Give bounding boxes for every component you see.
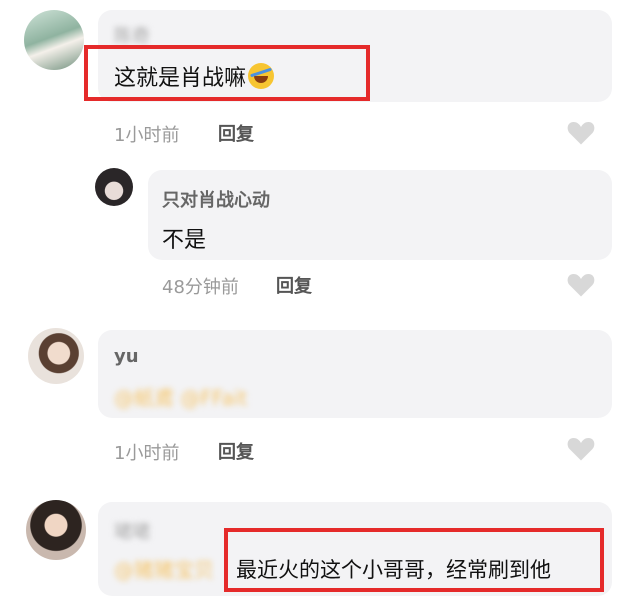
reply-username[interactable]: 只对肖战心动 bbox=[162, 186, 270, 212]
like-heart-icon[interactable] bbox=[566, 270, 596, 298]
comment-username[interactable]: 珺珺 bbox=[114, 518, 150, 544]
reply-button[interactable]: 回复 bbox=[218, 120, 254, 146]
reply-text: 不是 bbox=[162, 228, 207, 253]
highlight-box bbox=[84, 45, 370, 101]
avatar[interactable] bbox=[24, 10, 84, 70]
highlight-box bbox=[224, 528, 604, 592]
comment-username[interactable]: yu bbox=[114, 346, 139, 367]
avatar[interactable] bbox=[95, 168, 133, 206]
mention-text[interactable]: @猪猪宝贝 bbox=[114, 554, 214, 583]
comment-timestamp: 1小时前 bbox=[114, 443, 180, 464]
mention-text[interactable]: @紙鳶 @FFait bbox=[114, 382, 247, 411]
reply-button[interactable]: 回复 bbox=[276, 272, 312, 298]
reply-timestamp: 48分钟前 bbox=[162, 277, 239, 298]
reply-button[interactable]: 回复 bbox=[218, 438, 254, 464]
reply-bubble bbox=[148, 170, 612, 260]
avatar[interactable] bbox=[26, 500, 86, 560]
like-heart-icon[interactable] bbox=[566, 118, 596, 146]
avatar[interactable] bbox=[28, 328, 84, 384]
comment-timestamp: 1小时前 bbox=[114, 125, 180, 146]
like-heart-icon[interactable] bbox=[566, 434, 596, 462]
